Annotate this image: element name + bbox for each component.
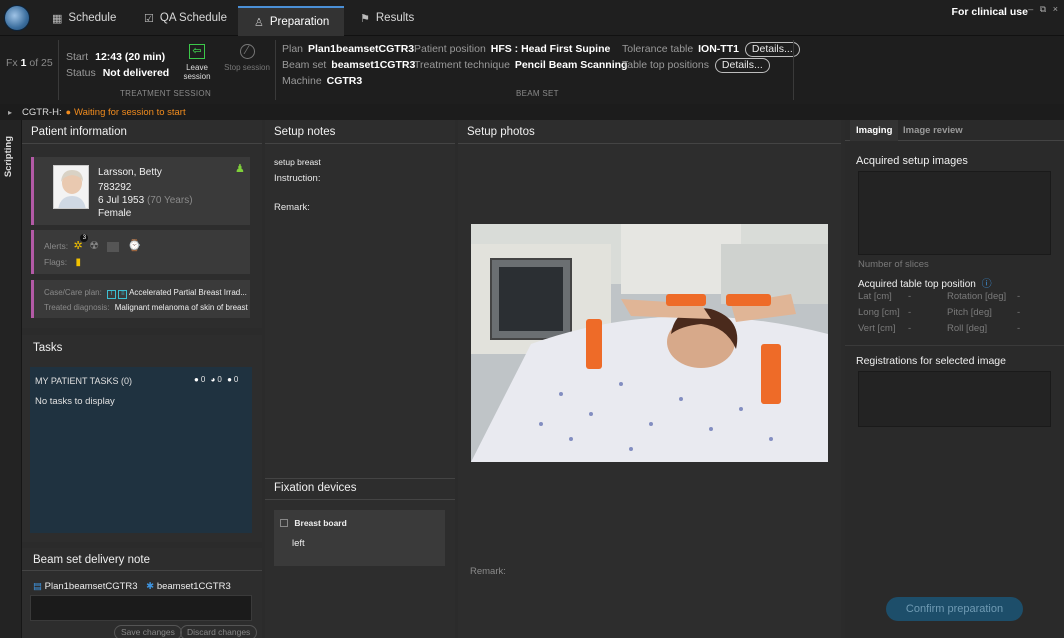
tolerance-details-button[interactable]: Details...	[744, 42, 800, 57]
tab-schedule[interactable]: ▦ Schedule	[46, 6, 122, 30]
tasks-panel: Tasks MY PATIENT TASKS (0) ● 0 ◕ 0 ● 0 No t…	[22, 335, 262, 542]
alerts-flags-card: Alerts: ✲ 3 ☢ ⌚ Flags: ▮	[31, 230, 250, 274]
machine-status-bar: ▸ CGTR-H: ● Waiting for session to start	[0, 104, 1064, 120]
tab-qa-schedule[interactable]: ☑ QA Schedule	[138, 6, 233, 30]
imaging-panel: Imaging Image review Acquired setup imag…	[845, 120, 1064, 638]
scripting-sidebar[interactable]: Scripting	[0, 120, 22, 638]
tab-preparation[interactable]: ♙ Preparation	[238, 6, 344, 36]
flags-row: Flags: ▮	[44, 257, 82, 268]
case-card: Case/Care plan: T ≡ Accelerated Partial …	[31, 280, 250, 318]
tasks-header: Tasks	[33, 342, 63, 354]
session-header: Fx 1 of 25 Start 12:43 (20 min) Status N…	[0, 36, 1064, 104]
technique-row: Treatment technique Pencil Beam Scanning	[414, 59, 628, 71]
save-changes-button[interactable]: Save changes	[114, 625, 182, 638]
task-counts: ● 0 ◕ 0 ● 0	[194, 375, 239, 384]
session-start: Start 12:43 (20 min)	[66, 51, 166, 63]
fixation-card: Breast board left	[274, 510, 445, 566]
diagnosis-row: Treated diagnosis: Malignant melanoma of…	[44, 303, 248, 312]
results-flag-icon: ⚑	[360, 12, 370, 25]
session-status: Status Not delivered	[66, 67, 170, 79]
tab-image-review[interactable]: Image review	[903, 120, 963, 141]
tolerance-row: Tolerance table ION-TT1 Details...	[622, 42, 800, 57]
care-plan-icon: ≡	[118, 290, 128, 299]
imaging-tabs: Imaging Image review	[845, 120, 1064, 141]
beam-set-caption: BEAM SET	[516, 89, 559, 98]
alert-radiation-icon[interactable]: ☢	[89, 240, 99, 252]
delivery-note-header: Beam set delivery note	[33, 554, 150, 566]
info-icon[interactable]: ⓘ	[982, 279, 992, 290]
leave-session-button[interactable]: ⇦ Leave session	[172, 44, 222, 81]
delivery-note-refs: ▤ Plan1beamsetCGTR3 ✱ beamset1CGTR3	[33, 581, 231, 592]
tab-results[interactable]: ⚑ Results	[354, 6, 420, 30]
slices-label: Number of slices	[858, 259, 929, 270]
machine-row: Machine CGTR3	[282, 75, 363, 87]
patient-information-panel: Patient information Larsson, Betty 78329…	[22, 120, 262, 328]
delivery-note-panel: Beam set delivery note ▤ Plan1beamsetCGT…	[22, 548, 262, 638]
status-dot-icon: ●	[65, 107, 72, 117]
alerts-row: Alerts: ✲ 3 ☢ ⌚	[44, 234, 142, 252]
alert-cluster-icon[interactable]: ✲ 3	[73, 234, 89, 252]
table-top-header: Acquired table top position ⓘ	[858, 279, 992, 290]
registrations-box[interactable]	[858, 371, 1051, 427]
table-top-details-button[interactable]: Details...	[714, 58, 770, 73]
table-top-row: Table top positions Details...	[622, 58, 770, 73]
plan-icon: ▤	[33, 581, 42, 592]
beam-set-icon: ✱	[146, 581, 155, 592]
window-controls[interactable]: – ⧉ ×	[1028, 4, 1060, 15]
fixation-device-row: Breast board	[280, 518, 347, 528]
acquired-images-header: Acquired setup images	[856, 155, 968, 167]
alert-pregnancy-icon[interactable]: ⌚	[128, 240, 142, 252]
flag-icon[interactable]: ▮	[76, 257, 82, 268]
alert-device-icon[interactable]	[107, 241, 120, 252]
patient-card[interactable]: Larsson, Betty 783292 6 Jul 1953 (70 Yea…	[31, 157, 250, 225]
treatment-session-caption: TREATMENT SESSION	[120, 89, 212, 98]
beam-set-row: Beam set beamset1CGTR3	[282, 59, 416, 71]
clinical-use-label: For clinical use	[951, 6, 1028, 18]
photo-remark-label: Remark:	[470, 566, 506, 577]
setup-photo[interactable]	[471, 224, 828, 462]
patient-information-header: Patient information	[22, 120, 262, 144]
tasks-empty-message: No tasks to display	[35, 396, 115, 407]
calendar-icon: ▦	[52, 12, 63, 25]
setup-note-text: setup breast	[274, 157, 321, 167]
delivery-note-input[interactable]	[30, 595, 252, 621]
fraction-indicator: Fx 1 of 25	[6, 57, 53, 69]
setup-photos-header: Setup photos	[458, 120, 841, 144]
stop-session-button[interactable]: ⁄ Stop session	[222, 44, 272, 72]
fixation-checkbox[interactable]	[280, 519, 288, 527]
qa-calendar-icon: ☑	[144, 12, 154, 25]
task-clock-icon: ◕	[210, 375, 216, 384]
menu-bar: ▦ Schedule ☑ QA Schedule ♙ Preparation ⚑…	[0, 0, 1064, 36]
person-stand-icon: ♙	[254, 16, 264, 29]
task-done-icon: ●	[227, 375, 232, 384]
leave-session-icon: ⇦	[189, 44, 205, 59]
registrations-header: Registrations for selected image	[856, 355, 1006, 367]
tab-imaging[interactable]: Imaging	[850, 120, 899, 141]
acquired-images-box[interactable]	[858, 171, 1051, 255]
fixation-header: Fixation devices	[274, 482, 357, 494]
expand-arrow-icon[interactable]: ▸	[8, 108, 12, 117]
discard-changes-button[interactable]: Discard changes	[180, 625, 258, 638]
patient-position-row: Patient position HFS : Head First Supine	[414, 43, 611, 55]
instruction-label: Instruction:	[274, 173, 321, 184]
case-icon: T	[107, 290, 117, 299]
stop-icon: ⁄	[239, 44, 255, 59]
patient-dob: 6 Jul 1953 (70 Years)	[98, 195, 193, 206]
my-tasks-box: MY PATIENT TASKS (0) ● 0 ◕ 0 ● 0 No tasks t…	[30, 367, 252, 533]
patient-status-icon: ♟	[235, 163, 245, 175]
patient-photo	[53, 165, 89, 209]
remark-label: Remark:	[274, 202, 310, 213]
task-warning-icon: ●	[194, 375, 199, 384]
confirm-preparation-button[interactable]: Confirm preparation	[886, 597, 1023, 621]
setup-notes-header: Setup notes	[265, 120, 455, 144]
app-logo-icon	[4, 5, 30, 31]
plan-row: Plan Plan1beamsetCGTR3	[282, 43, 415, 55]
setup-notes-panel: Setup notes setup breast Instruction: Re…	[265, 120, 455, 638]
case-plan-row: Case/Care plan: T ≡ Accelerated Partial …	[44, 288, 247, 299]
fixation-value: left	[292, 538, 305, 549]
